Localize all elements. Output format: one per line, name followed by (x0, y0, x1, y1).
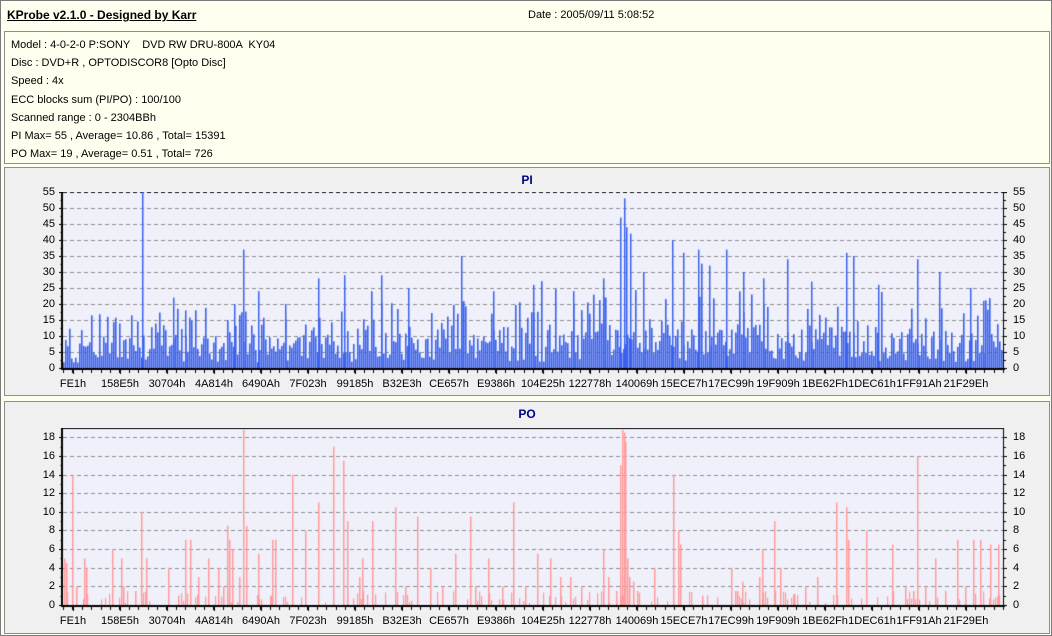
po-y-tick-label: 0 (1013, 599, 1020, 611)
pi-plot-area: 0 0 5 5 10 10 15 15 20 20 25 25 30 30 35 35 40 40 45 45 50 50… (5, 186, 1051, 392)
scan-info-panel: Model : 4-0-2-0 P:SONY DVD RW DRU-800A K… (4, 31, 1050, 164)
pi-y-tick-label: 0 (48, 362, 55, 374)
app-title: KProbe v2.1.0 - Designed by Karr (7, 8, 197, 22)
po-y-tick-label: 0 (48, 599, 55, 611)
pi-y-tick-label: 55 (1013, 186, 1026, 198)
po-chart-panel: PO 0 0 2 2 4 4 6 6 8 8 10 10 12 12 14 14 16 16 18 18 FE1h 158… (4, 401, 1050, 634)
pi-y-tick-label: 45 (42, 218, 55, 230)
kprobe-window: KProbe v2.1.0 - Designed by Karr Date : … (0, 0, 1052, 636)
info-model: Model : 4-0-2-0 P:SONY DVD RW DRU-800A K… (11, 39, 276, 51)
po-y-tick-label: 6 (48, 543, 55, 555)
info-pi-summary: PI Max= 55 , Average= 10.86 , Total= 153… (11, 130, 226, 143)
pi-y-tick-label: 25 (42, 282, 55, 294)
po-y-tick-label: 14 (42, 469, 55, 481)
pi-y-tick-label: 20 (1013, 298, 1026, 310)
pi-y-tick-label: 35 (1013, 250, 1026, 262)
pi-chart-canvas (59, 192, 1007, 375)
pi-y-tick-label: 45 (1013, 218, 1026, 230)
info-scanned-range: Scanned range : 0 - 2304BBh (11, 111, 156, 124)
pi-chart-panel: PI 0 0 5 5 10 10 15 15 20 20 25 25 30 30 35 35 40 40 45 45 5… (4, 167, 1050, 396)
pi-y-tick-label: 30 (1013, 266, 1026, 278)
pi-y-tick-label: 0 (1013, 362, 1020, 374)
po-x-tick-label: 21F29Eh (943, 615, 989, 627)
pi-y-tick-label: 10 (42, 330, 55, 342)
po-y-tick-label: 16 (1013, 450, 1026, 462)
pi-y-tick-label: 35 (42, 250, 55, 262)
info-speed: Speed : 4x (11, 75, 64, 88)
pi-y-tick-label: 20 (42, 298, 55, 310)
info-ecc-blocks: ECC blocks sum (PI/PO) : 100/100 (11, 93, 181, 106)
pi-y-tick-label: 55 (42, 186, 55, 198)
info-po-summary: PO Max= 19 , Average= 0.51 , Total= 726 (11, 148, 213, 161)
pi-x-tick-label: 21F29Eh (943, 378, 989, 390)
po-y-tick-label: 8 (48, 524, 55, 536)
pi-chart-title: PI (521, 173, 533, 187)
po-y-tick-label: 2 (1013, 580, 1020, 592)
po-y-tick-label: 14 (1013, 469, 1026, 481)
pi-y-tick-label: 50 (1013, 202, 1026, 214)
pi-y-tick-label: 50 (42, 202, 55, 214)
po-y-tick-label: 18 (1013, 431, 1026, 443)
po-y-tick-label: 12 (1013, 487, 1026, 499)
po-y-tick-label: 2 (48, 580, 55, 592)
info-disc: Disc : DVD+R , OPTODISCOR8 [Opto Disc] (11, 57, 226, 70)
po-plot-area: 0 0 2 2 4 4 6 6 8 8 10 10 12 12 14 14 16 16 18 18 FE1h 158E5h… (5, 428, 1051, 629)
pi-y-tick-label: 15 (42, 314, 55, 326)
po-chart-title: PO (518, 407, 536, 421)
po-chart-canvas (59, 428, 1007, 612)
po-y-tick-label: 4 (1013, 562, 1020, 574)
pi-y-tick-label: 40 (1013, 234, 1026, 246)
po-y-tick-label: 10 (1013, 506, 1026, 518)
po-y-tick-label: 10 (42, 506, 55, 518)
pi-y-tick-label: 40 (42, 234, 55, 246)
pi-y-tick-label: 10 (1013, 330, 1026, 342)
pi-y-tick-label: 15 (1013, 314, 1026, 326)
po-y-tick-label: 12 (42, 487, 55, 499)
po-y-tick-label: 18 (42, 431, 55, 443)
po-y-tick-label: 8 (1013, 524, 1020, 536)
po-y-tick-label: 6 (1013, 543, 1020, 555)
pi-y-tick-label: 30 (42, 266, 55, 278)
pi-y-tick-label: 5 (48, 346, 55, 358)
po-y-tick-label: 4 (48, 562, 55, 574)
pi-y-tick-label: 5 (1013, 346, 1020, 358)
pi-y-tick-label: 25 (1013, 282, 1026, 294)
scan-date: Date : 2005/09/11 5:08:52 (528, 9, 655, 21)
po-y-tick-label: 16 (42, 450, 55, 462)
